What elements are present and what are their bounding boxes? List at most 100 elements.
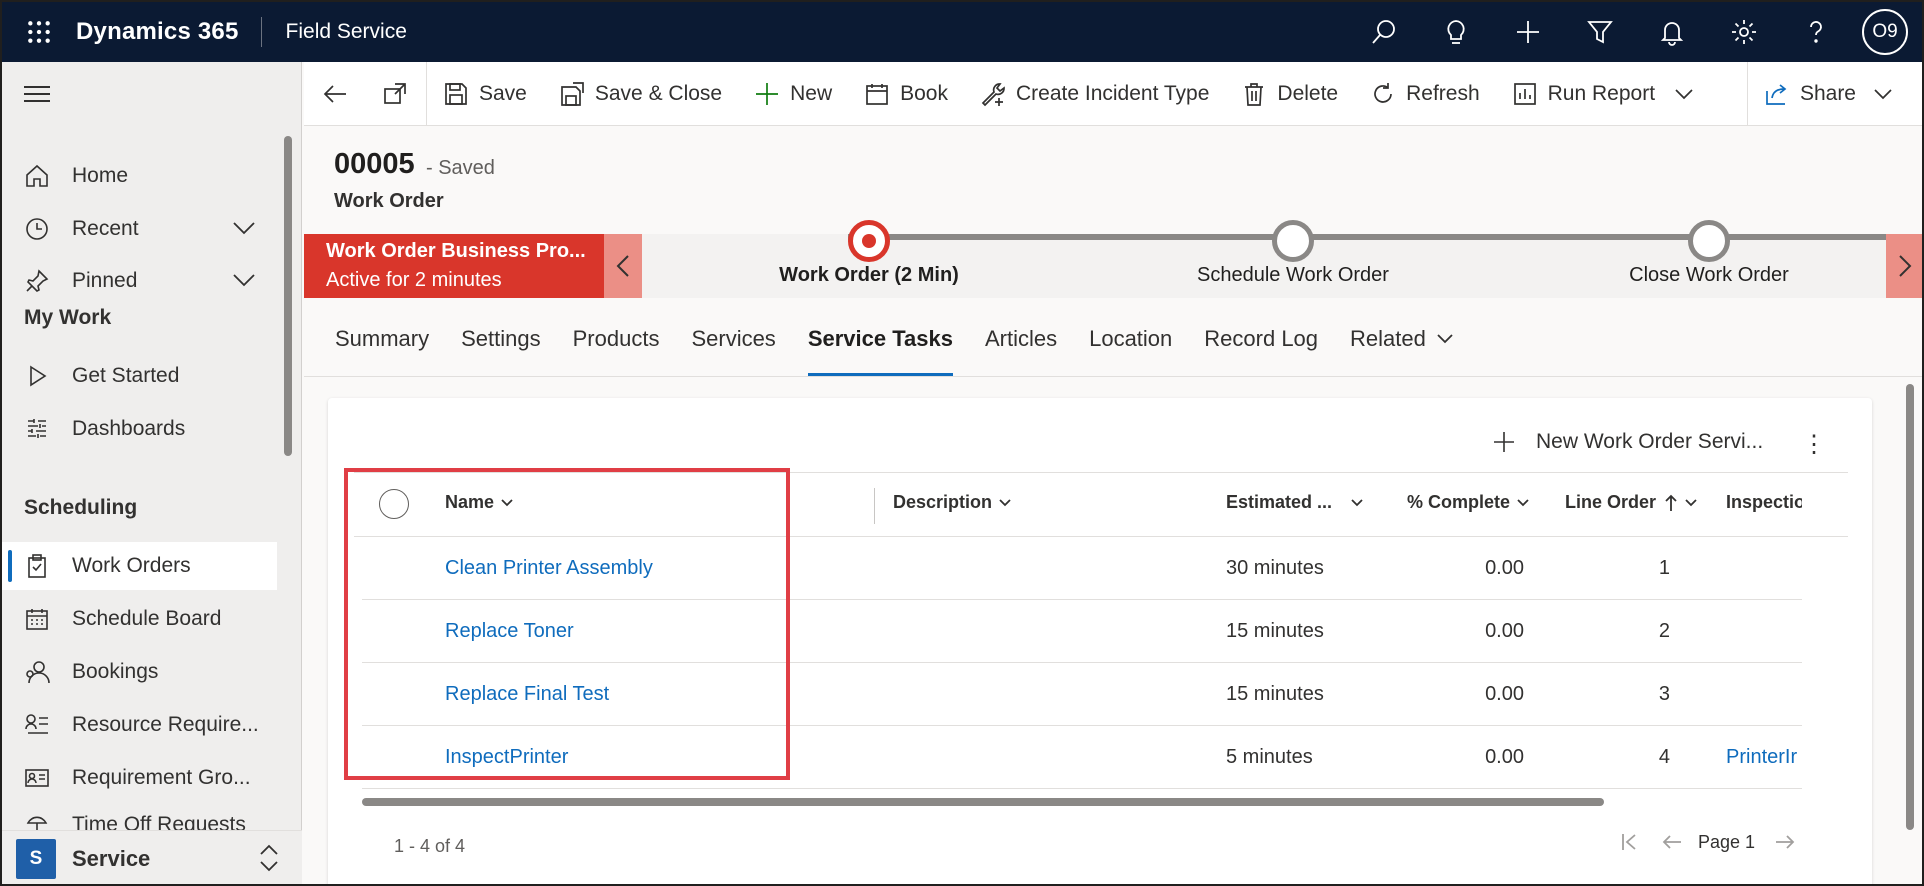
filter-icon[interactable] [1564,2,1636,62]
cell-estimated-duration: 15 minutes [1226,683,1324,705]
chevron-down-icon[interactable] [231,269,257,297]
clock-icon [2,216,72,242]
sidebar-item-recent[interactable]: Recent [2,205,277,253]
bpf-name: Work Order Business Pro... [326,240,586,262]
new-button[interactable]: New [738,62,848,126]
tab-summary[interactable]: Summary [335,302,429,376]
area-switcher[interactable]: S Service [2,830,302,884]
column-header-estimated-duration[interactable]: Estimated ... [1226,492,1364,513]
tab-settings[interactable]: Settings [461,302,541,376]
app-launcher-icon[interactable] [2,2,76,62]
divider [304,376,1922,377]
first-page-icon[interactable] [1618,830,1642,854]
tab-record-log[interactable]: Record Log [1204,302,1318,376]
bpf-previous-button[interactable] [604,234,642,298]
sidebar-item-label: Schedule Board [72,607,222,630]
cell-percent-complete: 0.00 [1485,620,1524,642]
sidebar-item-label: Resource Require... [72,713,259,736]
plus-icon[interactable] [1492,2,1564,62]
horizontal-scrollbar[interactable] [362,798,1604,806]
chevron-down-icon[interactable] [1671,81,1697,107]
run-report-button[interactable]: Run Report [1496,62,1723,126]
record-title: 00005 [334,148,415,180]
new-work-order-service-task-button[interactable]: New Work Order Servi... [1492,426,1763,458]
cell-line-order: 1 [1658,557,1670,579]
column-header-inspection[interactable]: Inspectio [1726,492,1802,513]
vertical-scrollbar[interactable] [1906,384,1914,830]
refresh-button[interactable]: Refresh [1354,62,1496,126]
column-header-percent-complete[interactable]: % Complete [1407,492,1530,513]
bpf-next-button[interactable] [1886,234,1922,298]
column-resize-handle[interactable] [874,488,875,524]
cell-estimated-duration: 5 minutes [1226,746,1313,768]
app-frame: Dynamics 365 Field Service O9 Home Recen… [0,0,1924,886]
share-button[interactable]: Share [1746,62,1922,126]
save-icon [445,82,467,105]
chevron-down-icon[interactable] [1870,81,1896,107]
save-close-button[interactable]: Save & Close [543,62,738,126]
sidebar-item-pinned[interactable]: Pinned [2,257,277,305]
sidebar-item-work-orders[interactable]: Work Orders [2,542,277,590]
hamburger-icon[interactable] [24,86,50,107]
next-page-icon[interactable] [1773,830,1797,854]
sidebar-item-resource-requirements[interactable]: Resource Require... [2,701,277,749]
chevron-down-icon [1685,498,1697,506]
plus-icon [1494,432,1514,452]
create-incident-type-button[interactable]: Create Incident Type [964,62,1225,126]
cell-estimated-duration: 30 minutes [1226,557,1324,579]
sidebar-item-label: Pinned [72,269,138,292]
sidebar-item-requirement-groups[interactable]: Requirement Gro... [2,754,277,802]
sidebar-item-label: Recent [72,217,139,240]
book-button[interactable]: Book [848,62,964,126]
bpf-active-for: Active for 2 minutes [326,269,502,291]
section-my-work: My Work [24,306,112,329]
save-button[interactable]: Save [427,62,543,126]
tab-articles[interactable]: Articles [985,302,1057,376]
sidebar-item-time-off-requests[interactable]: Time Off Requests [2,807,277,831]
wrench-icon [981,82,1005,106]
chevron-up-down-icon[interactable] [258,843,280,878]
chevron-down-icon[interactable] [231,217,257,245]
tab-products[interactable]: Products [573,302,660,376]
lightbulb-icon[interactable] [1420,2,1492,62]
sidebar-item-bookings[interactable]: Bookings [2,648,277,696]
back-button[interactable] [304,62,368,126]
tab-related[interactable]: Related [1350,302,1454,376]
record-entity-name: Work Order [334,190,444,212]
tab-service-tasks[interactable]: Service Tasks [807,302,954,376]
bpf-flyout[interactable]: Work Order Business Pro... Active for 2 … [304,234,604,298]
app-name[interactable]: Dynamics 365 [76,18,261,46]
sidebar-item-home[interactable]: Home [2,152,277,200]
sidebar-scrollbar[interactable] [284,136,292,456]
cell-inspection[interactable]: PrinterIr [1726,746,1802,769]
calendar-icon [2,606,72,632]
more-commands-icon[interactable]: ⋮ [1802,430,1826,459]
sidebar-item-label: Bookings [72,660,159,683]
new-work-order-service-task-label: New Work Order Servi... [1536,430,1764,453]
sort-ascending-icon [1665,494,1677,511]
avatar[interactable]: O9 [1862,9,1908,55]
run-report-label: Run Report [1547,81,1656,105]
column-header-line-order[interactable]: Line Order [1565,492,1698,513]
share-icon [1766,84,1787,105]
sidebar-item-schedule-board[interactable]: Schedule Board [2,595,277,643]
gear-icon[interactable] [1708,2,1780,62]
help-icon[interactable] [1780,2,1852,62]
search-icon[interactable] [1348,2,1420,62]
tab-services[interactable]: Services [691,302,775,376]
previous-page-icon[interactable] [1660,830,1684,854]
open-in-new-window-button[interactable] [368,62,426,126]
refresh-label: Refresh [1406,81,1480,105]
cell-line-order: 2 [1658,620,1670,642]
sidebar-item-get-started[interactable]: Get Started [2,352,277,400]
sidebar-item-label: Get Started [72,364,180,387]
bell-icon[interactable] [1636,2,1708,62]
column-header-description[interactable]: Description [893,492,1012,513]
sidebar-item-dashboards[interactable]: Dashboards [2,405,277,453]
sidebar: Home Recent Pinned My Work Get Started D… [2,62,302,884]
module-name[interactable]: Field Service [262,20,407,44]
command-bar: Save Save & Close New Book Create Incide… [304,61,1922,126]
delete-button[interactable]: Delete [1225,62,1354,126]
open-new-window-icon [384,82,406,104]
tab-location[interactable]: Location [1089,302,1172,376]
